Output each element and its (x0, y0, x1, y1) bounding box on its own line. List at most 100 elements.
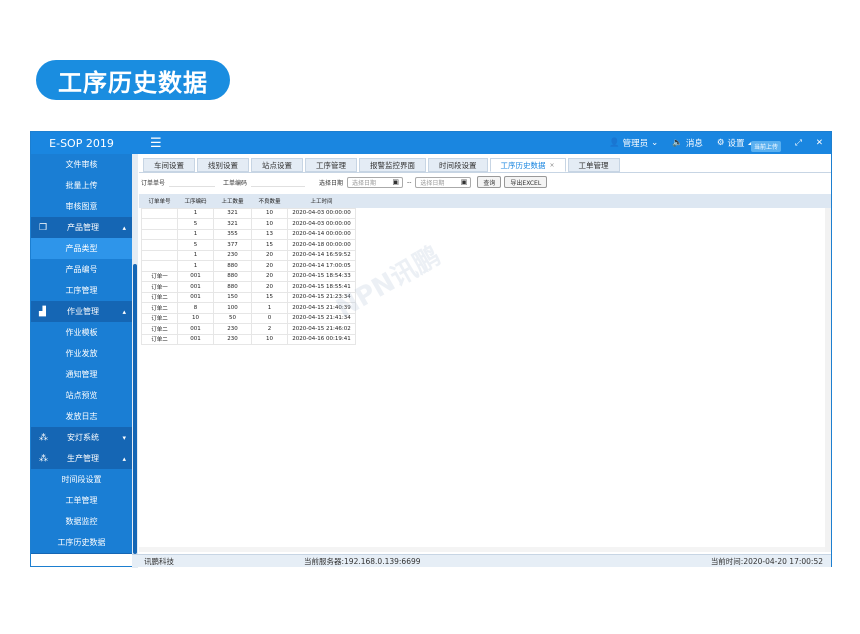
sidebar-item[interactable]: 产品类型 (31, 238, 132, 259)
query-button[interactable]: 查询 (477, 176, 502, 188)
sidebar-group[interactable]: ▟ 作业管理 ▴ (31, 301, 132, 322)
table-vertical-scrollbar[interactable] (825, 208, 831, 552)
table-cell: 150 (213, 291, 252, 303)
table-horizontal-scrollbar[interactable] (139, 547, 825, 552)
tab-close-icon[interactable]: × (550, 162, 555, 169)
sidebar-item[interactable]: 工单管理 (31, 490, 132, 511)
close-button[interactable]: ✕ (816, 138, 823, 148)
start-date-placeholder: 选择日期 (352, 179, 377, 187)
tab[interactable]: 线别设置 (197, 158, 249, 172)
menu-toggle-icon[interactable]: ☰ (150, 136, 162, 151)
page-title: 工序历史数据 (36, 60, 230, 100)
sidebar-item[interactable]: 通知管理 (31, 364, 132, 385)
messages-button[interactable]: 🔈 消息 (672, 137, 703, 149)
table-row[interactable]: 订单二 10 50 0 2020-04-15 21:41:34 (141, 312, 356, 324)
table-row[interactable]: 1 355 13 2020-04-14 00:00:00 (141, 228, 356, 240)
sidebar-group-label: 生产管理 (67, 454, 99, 463)
column-header[interactable]: 不良数量 (252, 194, 288, 208)
sidebar-item[interactable]: 工序历史数据 (31, 532, 132, 553)
sidebar-group[interactable]: ⁂ 生产管理 ▴ (31, 448, 132, 469)
start-date-picker[interactable]: 选择日期 ▣ (347, 176, 404, 188)
table-cell: 880 (213, 270, 252, 282)
table-cell: 50 (213, 312, 252, 324)
sidebar-item[interactable]: 作业模板 (31, 322, 132, 343)
sidebar-item[interactable]: 站点预览 (31, 385, 132, 406)
app-brand: E-SOP 2019 (49, 136, 114, 150)
tab[interactable]: 车间设置 (143, 158, 195, 172)
sidebar-scrollbar[interactable] (132, 154, 138, 568)
tab[interactable]: 工单管理 (567, 158, 620, 172)
network-icon: ⁂ (39, 432, 48, 443)
user-name: 管理员 (622, 139, 649, 149)
order-label: 订单单号 (141, 179, 166, 187)
table-cell: 15 (251, 291, 288, 303)
sidebar-item-label: 批量上传 (65, 181, 98, 190)
table-cell: 10 (251, 218, 288, 230)
table-cell: 2020-04-14 16:59:52 (287, 249, 356, 261)
sidebar-item-label: 时间段设置 (61, 475, 102, 484)
sidebar-item-label: 工单管理 (65, 496, 98, 505)
table-row[interactable]: 订单二 001 230 10 2020-04-16 00:19:41 (141, 333, 356, 345)
table-cell (141, 239, 178, 251)
sidebar-group[interactable]: ❒ 产品管理 ▴ (31, 217, 132, 238)
sidebar-scroll-thumb[interactable] (133, 264, 137, 554)
table-cell: 2020-04-15 21:46:02 (287, 323, 356, 335)
sidebar-group-label: 安灯系统 (67, 433, 99, 442)
export-excel-button[interactable]: 导出EXCEL (504, 176, 548, 188)
table-cell: 10 (251, 207, 288, 219)
tab-label: 时间段设置 (439, 160, 477, 170)
table-row[interactable]: 1 230 20 2020-04-14 16:59:52 (141, 249, 356, 261)
column-header[interactable]: 工序编码 (178, 194, 214, 208)
table-row[interactable]: 1 321 10 2020-04-03 00:00:00 (141, 207, 356, 219)
tab[interactable]: 站点设置 (251, 158, 303, 172)
ticket-label: 工单编码 (223, 179, 248, 187)
column-header[interactable]: 上工时间 (288, 194, 356, 208)
table-row[interactable]: 订单二 001 150 15 2020-04-15 21:23:34 (141, 291, 356, 303)
sidebar-group[interactable]: ⁂点检管理▾ (31, 553, 132, 554)
table-row[interactable]: 1 880 20 2020-04-14 17:00:05 (141, 260, 356, 272)
settings-button[interactable]: ⚙ 设置 ☁ 当前上传 (716, 135, 782, 152)
table-row[interactable]: 订单二 001 230 2 2020-04-15 21:46:02 (141, 323, 356, 335)
table-row[interactable]: 订单一 001 880 20 2020-04-15 18:55:41 (141, 281, 356, 293)
caret-icon: ▴ (122, 307, 126, 316)
sidebar-group[interactable]: ⁂ 安灯系统 ▾ (31, 427, 132, 448)
table-cell: 001 (177, 323, 214, 335)
table-cell: 355 (213, 228, 252, 240)
tab[interactable]: 时间段设置 (428, 158, 488, 172)
messages-label: 消息 (685, 139, 703, 149)
sidebar-item[interactable]: 时间段设置 (31, 469, 132, 490)
table-cell: 321 (213, 218, 252, 230)
sidebar-item[interactable]: 批量上传 (31, 175, 132, 196)
user-menu[interactable]: 👤 管理员 ⌄ (609, 137, 658, 149)
sidebar-item[interactable]: 发放日志 (31, 406, 132, 427)
table-row[interactable]: 5 377 15 2020-04-18 00:00:00 (141, 239, 356, 251)
date-label: 选择日期 (319, 179, 344, 187)
user-icon: 👤 (609, 138, 620, 148)
sidebar-item[interactable]: 数据监控 (31, 511, 132, 532)
column-header[interactable]: 上工数量 (214, 194, 252, 208)
gear-icon: ⚙ (716, 138, 725, 148)
restore-button[interactable]: ⤢ (795, 138, 802, 148)
sidebar-item[interactable]: 工序管理 (31, 280, 132, 301)
sidebar-item[interactable]: 作业发放 (31, 343, 132, 364)
end-date-picker[interactable]: 选择日期 ▣ (415, 176, 472, 188)
table-cell: 2020-04-15 18:54:33 (287, 270, 356, 282)
table-cell: 001 (177, 270, 214, 282)
table-cell: 2020-04-14 00:00:00 (287, 228, 356, 240)
tab[interactable]: 工序历史数据 × (489, 158, 566, 172)
sidebar-item[interactable]: 审核图意 (31, 196, 132, 217)
order-input[interactable] (169, 177, 216, 187)
table-row[interactable]: 5 321 10 2020-04-03 00:00:00 (141, 218, 356, 230)
sidebar-item-label: 工序管理 (65, 286, 98, 295)
company-name: 讯鹏科技 (144, 556, 174, 566)
sidebar-item[interactable]: 文件审核 (31, 154, 132, 175)
tab[interactable]: 工序管理 (305, 158, 357, 172)
table-cell: 230 (213, 333, 252, 345)
sidebar-item[interactable]: 产品编号 (31, 259, 132, 280)
table-cell: 5 (177, 239, 214, 251)
column-header[interactable]: 订单单号 (142, 194, 178, 208)
tab[interactable]: 报警监控界面 (359, 158, 426, 172)
table-row[interactable]: 订单二 8 100 1 2020-04-15 21:40:39 (141, 302, 356, 314)
table-row[interactable]: 订单一 001 880 20 2020-04-15 18:54:33 (141, 270, 356, 282)
ticket-input[interactable] (251, 177, 306, 187)
